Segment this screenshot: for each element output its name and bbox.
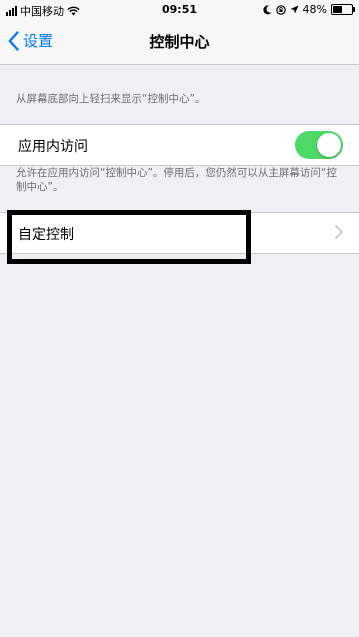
status-right: 48% bbox=[262, 3, 355, 16]
control-center-settings-screen: 中国移动 09:51 48% 设置 控制中心 从屏幕底部向上轻扫来显示“控制中心… bbox=[0, 0, 359, 637]
in-app-access-row: 应用内访问 bbox=[0, 124, 359, 166]
battery-icon bbox=[331, 4, 355, 15]
customize-controls-label: 自定控制 bbox=[18, 227, 74, 243]
status-bar: 中国移动 09:51 48% bbox=[0, 0, 359, 20]
lock-rotation-icon bbox=[275, 4, 286, 15]
in-app-access-note: 允许在应用内访问“控制中心”。停用后，您仍然可以从主屏幕访问“控制中心”。 bbox=[16, 167, 337, 193]
in-app-access-label: 应用内访问 bbox=[18, 139, 88, 155]
chevron-right-icon bbox=[335, 225, 343, 239]
in-app-access-toggle[interactable] bbox=[295, 131, 343, 159]
navigation-bar: 设置 控制中心 bbox=[0, 20, 359, 65]
location-icon bbox=[290, 5, 299, 14]
battery-percent: 48% bbox=[302, 3, 327, 16]
swipe-hint-note: 从屏幕底部向上轻扫来显示“控制中心”。 bbox=[16, 93, 206, 105]
page-title: 控制中心 bbox=[149, 33, 210, 51]
moon-icon bbox=[262, 4, 272, 14]
toggle-knob bbox=[317, 133, 341, 157]
customize-controls-row[interactable]: 自定控制 bbox=[0, 212, 359, 254]
